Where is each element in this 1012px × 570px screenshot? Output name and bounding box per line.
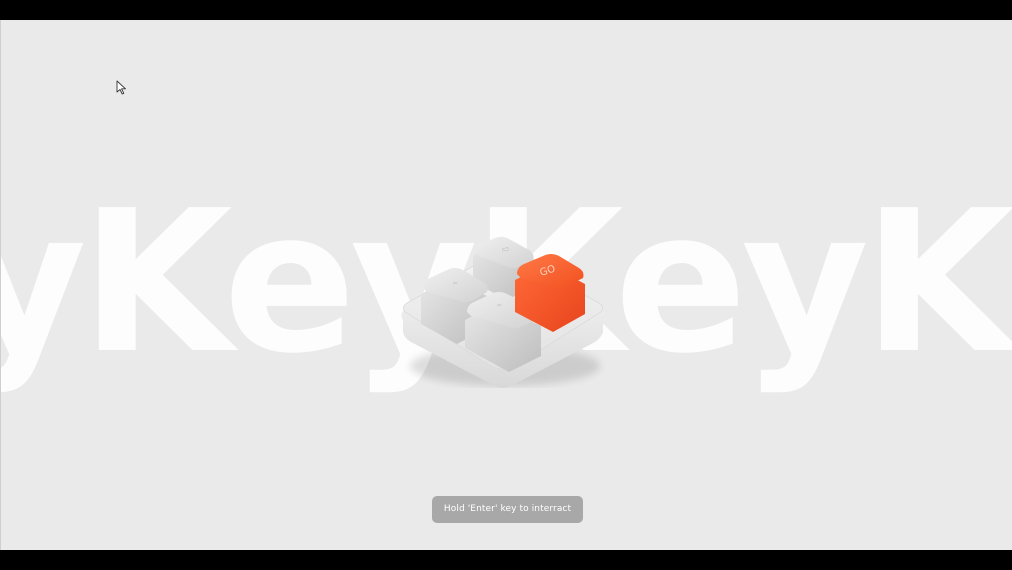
stage[interactable]: yKeyKeyKey [0, 20, 1012, 550]
mouse-cursor-icon [116, 80, 126, 95]
letterbox-top [0, 0, 1012, 20]
keypad-illustration[interactable]: ▭ ≈ ≈ GO [395, 216, 611, 388]
svg-text:▭: ▭ [501, 244, 510, 254]
app-viewport: yKeyKeyKey [0, 0, 1012, 570]
letterbox-bottom [0, 550, 1012, 570]
hint-enter-button[interactable]: Hold 'Enter' key to interract [432, 496, 583, 523]
